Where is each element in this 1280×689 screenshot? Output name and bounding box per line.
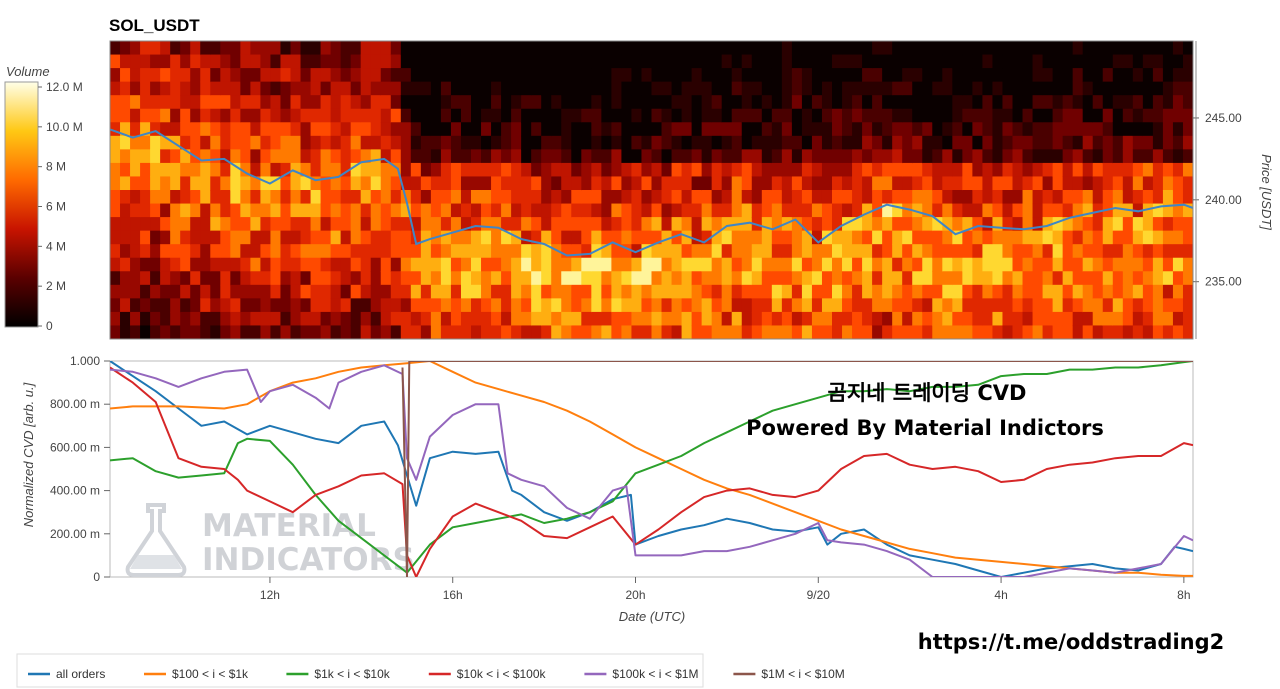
colorbar-tick-label: 0	[46, 319, 53, 333]
cvd-y-tick-label: 200.00 m	[50, 527, 100, 541]
colorbar-tick-label: 6 M	[46, 200, 66, 214]
cvd-x-tick-label: 12h	[260, 588, 280, 602]
price-tick-label: 245.00	[1205, 111, 1242, 125]
cvd-x-tick-label: 20h	[625, 588, 645, 602]
colorbar-tick-label: 4 M	[46, 239, 66, 253]
legend-label-1: $100 < i < $1k	[172, 667, 249, 681]
colorbar-label: Volume	[6, 64, 50, 79]
watermark-line1: MATERIAL	[202, 508, 376, 544]
price-axis-label: Price [USDT]	[1259, 154, 1274, 230]
cvd-axis-label: Normalized CVD [arb. u.]	[21, 382, 36, 527]
cvd-x-axis: 12h 16h 20h 9/20 4h 8h	[260, 577, 1191, 602]
colorbar-tick-label: 8 M	[46, 160, 66, 174]
price-tick-label: 235.00	[1205, 275, 1242, 289]
cvd-y-tick-label: 400.00 m	[50, 484, 100, 498]
telegram-link[interactable]: https://t.me/oddstrading2	[918, 630, 1225, 654]
legend-label-4: $100k < i < $1M	[612, 667, 698, 681]
chart-figure: SOL_USDT 235.00 240.00 245.00 Price [USDT]…	[4, 16, 1274, 688]
cvd-x-tick-label: 4h	[994, 588, 1007, 602]
cvd-x-tick-label: 9/20	[807, 588, 831, 602]
cvd-y-tick-label: 600.00 m	[50, 440, 100, 454]
brand-subtitle: Powered By Material Indictors	[746, 416, 1104, 440]
legend-label-2: $1k < i < $10k	[314, 667, 390, 681]
legend-label-5: $1M < i < $10M	[761, 667, 844, 681]
legend-label-0: all orders	[56, 667, 105, 681]
colorbar-ticks: 0 2 M 4 M 6 M 8 M 10.0 M 12.0 M	[38, 80, 83, 333]
legend-label-3: $10k < i < $100k	[457, 667, 547, 681]
cvd-y-tick-label: 0	[93, 570, 100, 584]
watermark-line2: INDICATORS	[202, 542, 415, 578]
colorbar-tick-label: 10.0 M	[46, 120, 83, 134]
cvd-y-tick-label: 800.00 m	[50, 397, 100, 411]
cvd-x-tick-label: 16h	[443, 588, 463, 602]
colorbar-tick-label: 2 M	[46, 279, 66, 293]
cvd-y-axis: 0 200.00 m 400.00 m 600.00 m 800.00 m 1.000	[50, 354, 110, 584]
price-heatmap	[110, 41, 1193, 339]
price-axis: 235.00 240.00 245.00	[1193, 41, 1242, 339]
cvd-y-tick-label: 1.000	[70, 354, 100, 368]
price-tick-label: 240.00	[1205, 193, 1242, 207]
brand-title: 곰지네 트레이딩 CVD	[828, 381, 1027, 405]
heatmap-title: SOL_USDT	[109, 16, 200, 35]
colorbar	[4, 81, 39, 328]
colorbar-tick-label: 12.0 M	[46, 80, 83, 94]
x-axis-label: Date (UTC)	[619, 609, 685, 624]
cvd-x-tick-label: 8h	[1177, 588, 1190, 602]
